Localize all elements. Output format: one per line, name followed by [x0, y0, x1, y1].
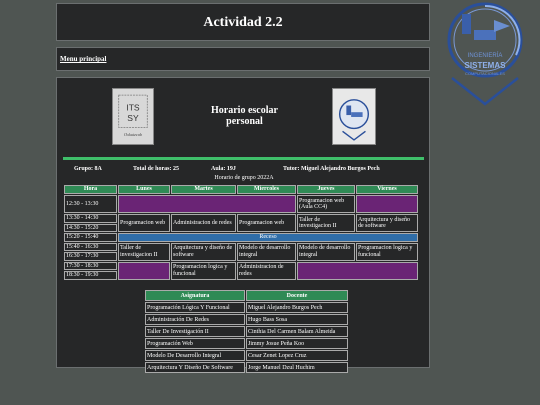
logo-text: COMPUTACIONALES — [465, 71, 505, 76]
class-cell: Taller de investigacion II — [118, 242, 170, 261]
class-cell: Programacion logica y funcional — [171, 261, 236, 280]
table-row: 12:30 - 13:30 Programacion web (Aula CC4… — [64, 195, 418, 213]
menu-panel: Menu principal — [56, 47, 430, 71]
page-title: Actividad 2.2 — [203, 15, 283, 30]
time-cell: 17:30 - 18:30 — [64, 261, 117, 270]
class-cell: Modelo de desarrollo integral — [237, 242, 296, 261]
empty-slot — [118, 195, 296, 213]
room-info: Aula: 19J — [211, 166, 236, 172]
class-cell: Programacion web (Aula CC4) — [297, 195, 355, 213]
tutor-info: Tutor: Miguel Alejandro Burgos Pech — [283, 166, 380, 172]
class-cell: Programacion web — [118, 214, 170, 232]
class-cell: Arquitectura y diseño de software — [171, 242, 236, 261]
table-row: Programación Lógica Y Funcional Miguel A… — [145, 302, 348, 313]
class-cell: Programacion logica y funcional — [356, 242, 418, 261]
table-row: Modelo De Desarrollo Integral Cesar Zene… — [145, 350, 348, 361]
main-panel: ITS SY Oxkutzcab Horario escolar persona… — [56, 77, 430, 373]
menu-principal-link[interactable]: Menu principal — [60, 55, 106, 63]
table-row: Programación Web Jimmy Josue Peña Koo — [145, 338, 348, 349]
time-cell: 13:30 - 14:30 — [64, 214, 117, 223]
class-cell: Administracion de redes — [171, 214, 236, 232]
group-info: Grupo: 8A — [74, 166, 102, 172]
subjects-header-row: Asignatura Docente — [145, 290, 348, 301]
time-cell: 12:30 - 13:30 — [64, 195, 117, 213]
subjects-table: Asignatura Docente Programación Lógica Y… — [144, 289, 349, 374]
recess-cell: Receso — [118, 233, 418, 242]
teacher-cell: Cinthia Del Carmen Balam Almeida — [246, 326, 348, 337]
column-header: Jueves — [297, 185, 355, 194]
logo-text: SY — [127, 113, 139, 123]
class-cell: Administracion de redes — [237, 261, 296, 280]
table-row: Taller De Investigación II Cinthia Del C… — [145, 326, 348, 337]
table-row: 15:20 - 15:40 Receso — [64, 233, 418, 242]
itsy-logo: ITS SY Oxkutzcab — [112, 88, 154, 145]
class-cell: Modelo de desarrollo integral — [297, 242, 355, 261]
column-header: Docente — [246, 290, 348, 301]
time-cell: 15:20 - 15:40 — [64, 233, 117, 242]
column-header: Martes — [171, 185, 236, 194]
logo-text: Oxkutzcab — [124, 132, 142, 137]
class-cell: Arquitectura y diseño de software — [356, 214, 418, 232]
column-header: Asignatura — [145, 290, 245, 301]
teacher-cell: Miguel Alejandro Burgos Pech — [246, 302, 348, 313]
teacher-cell: Hugo Bass Sosa — [246, 314, 348, 325]
teacher-cell: Jimmy Josue Peña Koo — [246, 338, 348, 349]
subject-cell: Programación Web — [145, 338, 245, 349]
table-row: 17:30 - 18:30 Programacion logica y func… — [64, 261, 418, 280]
horario-title-line: Horario escolar — [211, 105, 278, 116]
logo-text: SISTEMAS — [465, 61, 507, 70]
horario-title-line: personal — [226, 116, 263, 127]
ingenieria-sistemas-logo: INGENIERÍA SISTEMAS COMPUTACIONALES — [447, 2, 523, 106]
schedule-table: Hora Lunes Martes Miercoles Jueves Viern… — [63, 184, 419, 281]
table-row: 15:40 - 16:30 Taller de investigacion II… — [64, 242, 418, 261]
logo-text: INGENIERÍA — [468, 52, 503, 59]
column-header: Viernes — [356, 185, 418, 194]
time-cell: 14:30 - 15:20 — [64, 223, 117, 232]
class-cell: Taller de investigacion II — [297, 214, 355, 232]
subject-cell: Administración De Redes — [145, 314, 245, 325]
column-header: Miercoles — [237, 185, 296, 194]
ingenieria-logo-small — [332, 88, 376, 145]
subject-cell: Modelo De Desarrollo Integral — [145, 350, 245, 361]
horario-title: Horario escolar personal — [197, 105, 292, 127]
subject-cell: Programación Lógica Y Funcional — [145, 302, 245, 313]
logo-text: ITS — [126, 102, 140, 112]
table-row: Arquitectura Y Diseño De Software Jorge … — [145, 362, 348, 373]
title-panel: Actividad 2.2 — [56, 3, 430, 41]
column-header: Lunes — [118, 185, 170, 194]
time-cell: 16:30 - 17:30 — [64, 252, 117, 261]
hours-info: Total de horas: 25 — [133, 166, 179, 172]
empty-slot — [118, 261, 170, 280]
table-row: 13:30 - 14:30 Programacion web Administr… — [64, 214, 418, 232]
time-cell: 15:40 - 16:30 — [64, 242, 117, 251]
teacher-cell: Jorge Manuel Dzul Huchim — [246, 362, 348, 373]
time-cell: 18:30 - 19:30 — [64, 271, 117, 280]
class-cell: Programacion web — [237, 214, 296, 232]
teacher-cell: Cesar Zenet Lopez Cruz — [246, 350, 348, 361]
empty-slot — [356, 195, 418, 213]
column-header: Hora — [64, 185, 117, 194]
schedule-header-row: Hora Lunes Martes Miercoles Jueves Viern… — [64, 185, 418, 194]
table-row: Administración De Redes Hugo Bass Sosa — [145, 314, 348, 325]
schedule-caption: Horario de grupo 2022A — [214, 175, 274, 181]
subject-cell: Arquitectura Y Diseño De Software — [145, 362, 245, 373]
divider-bar — [63, 157, 424, 160]
empty-slot — [297, 261, 418, 280]
subject-cell: Taller De Investigación II — [145, 326, 245, 337]
